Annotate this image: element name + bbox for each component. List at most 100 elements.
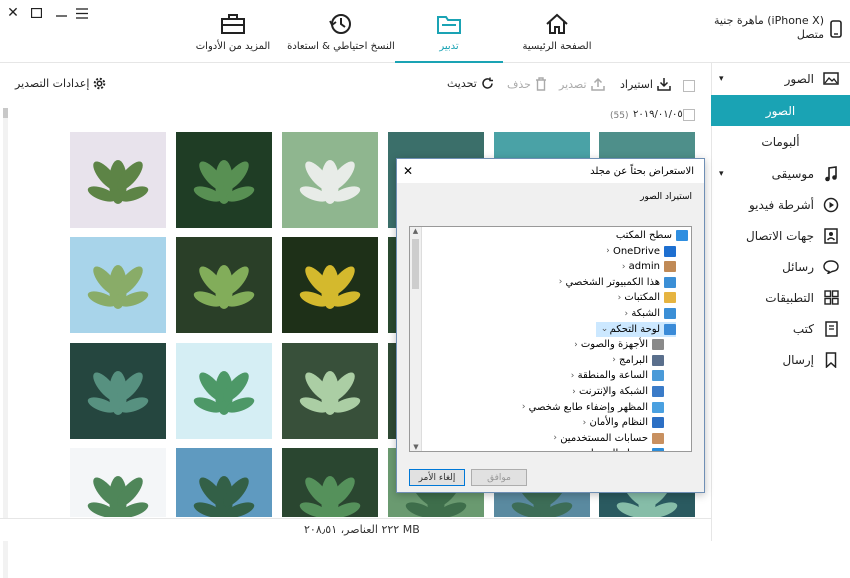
sidebar-item-albums[interactable]: ألبومات [711, 126, 850, 157]
menu-button[interactable] [74, 6, 90, 20]
folder-icon [652, 386, 664, 397]
sidebar-item-music[interactable]: ▾ موسيقى [711, 158, 850, 189]
photo-thumbnail[interactable] [176, 132, 272, 228]
tree-item[interactable]: › البرامج [605, 353, 664, 368]
sidebar-item-label: ألبومات [761, 134, 800, 149]
folder-icon [652, 339, 664, 351]
contacts-icon [822, 227, 840, 245]
folder-icon [652, 370, 664, 382]
dialog-subtitle: استيراد الصور [640, 192, 692, 202]
tree-expand-icon[interactable]: › [569, 387, 579, 397]
tree-scrollbar-thumb[interactable] [412, 239, 419, 289]
tree-item[interactable]: › حسابات المستخدمين [546, 431, 664, 446]
tree-item[interactable]: › هذا الكمبيوتر الشخصي [552, 275, 676, 290]
home-icon [546, 13, 568, 34]
tree-item[interactable]: › النظام والأمان [575, 415, 664, 430]
apps-icon [822, 289, 840, 307]
tree-expand-icon[interactable]: › [519, 402, 529, 412]
folder-icon [652, 448, 664, 451]
tree-item-label: المكتبات [624, 292, 660, 304]
tree-item-label: البرامج [619, 354, 648, 366]
ok-button[interactable]: موافق [471, 469, 527, 486]
sidebar-item-videos[interactable]: أشرطة فيديو [711, 189, 850, 220]
photo-thumbnail[interactable] [282, 132, 378, 228]
photo-thumbnail[interactable] [176, 448, 272, 517]
tree-item-label: سطح المكتب [615, 230, 672, 241]
tree-item[interactable]: › الشبكة [617, 306, 676, 321]
tree-expand-icon[interactable]: › [576, 449, 586, 451]
bookmark-icon [822, 351, 840, 369]
tree-item-label: النظام والأمان [589, 417, 648, 429]
tree-item[interactable]: › الساعة والمنطقة [564, 368, 664, 383]
tree-item-label: المظهر وإضفاء طابع شخصي [528, 401, 648, 413]
tree-expand-icon[interactable]: › [556, 277, 566, 287]
tree-expand-icon[interactable]: › [603, 246, 613, 256]
maximize-window-button[interactable] [28, 6, 44, 20]
photo-thumbnail[interactable] [282, 343, 378, 439]
tree-item[interactable]: › المكتبات [610, 290, 676, 305]
tree-expand-icon[interactable]: › [579, 418, 589, 428]
folder-icon [652, 432, 664, 444]
photo-thumbnail[interactable] [176, 237, 272, 333]
photo-thumbnail[interactable] [70, 448, 166, 517]
cancel-button[interactable]: إلغاء الأمر [409, 469, 465, 486]
sidebar-item-label: التطبيقات [765, 290, 814, 305]
photo-thumbnail[interactable] [282, 448, 378, 517]
photo-thumbnail[interactable] [70, 132, 166, 228]
tree-expand-icon[interactable]: › [609, 355, 619, 365]
tree-item-label: لوحة التحكم [609, 323, 660, 335]
sidebar-item-books[interactable]: كتب [711, 313, 850, 344]
tree-item-label: OneDrive [612, 245, 660, 257]
sidebar-item-contacts[interactable]: جهات الاتصال [711, 220, 850, 251]
scroll-up-icon[interactable]: ▲ [410, 227, 421, 239]
tab-backup-restore[interactable]: النسخ احتياطي & استعادة [287, 0, 395, 63]
sidebar-item-photos-sub[interactable]: الصور [711, 95, 850, 126]
device-name: ماهرة جنية (iPhone X) [714, 14, 824, 27]
tab-more-tools[interactable]: المزيد من الأدوات [192, 0, 274, 63]
photo-thumbnail[interactable] [176, 343, 272, 439]
sidebar-item-messages[interactable]: رسائل [711, 251, 850, 282]
tree-item[interactable]: ›سهولة الوصول [572, 446, 664, 451]
tree-expand-icon[interactable]: › [621, 309, 631, 319]
tree-item[interactable]: › الأجهزة والصوت [567, 337, 664, 352]
tree-item[interactable]: › OneDrive [599, 244, 676, 259]
folder-icon [652, 401, 664, 413]
tree-item[interactable]: سطح المكتب [602, 228, 688, 243]
tree-scrollbar[interactable]: ▲ ▼ [410, 227, 422, 451]
top-bar: ✕ الصفحة الرئيسية تدبير النسخ احتياطي & … [0, 0, 850, 63]
photo-thumbnail[interactable] [70, 343, 166, 439]
tree-item[interactable]: › admin [615, 259, 676, 274]
folder-icon [437, 16, 461, 34]
tree-item[interactable]: › الشبكة والإنترنت [565, 384, 664, 399]
tree-expand-icon[interactable]: › [568, 371, 578, 381]
close-window-button[interactable]: ✕ [5, 5, 21, 21]
tree-item-label: حسابات المستخدمين [560, 432, 648, 444]
scroll-down-icon[interactable]: ▼ [410, 443, 422, 451]
tree-item[interactable]: ⌄ لوحة التحكم [595, 321, 676, 337]
tree-expand-icon[interactable]: › [571, 340, 581, 350]
tab-manage-label: تدبير [439, 41, 459, 52]
tree-expand-icon[interactable]: › [619, 262, 629, 272]
minimize-window-button[interactable] [53, 6, 69, 20]
tree-item-label: الشبكة [631, 308, 660, 319]
tree-item-label: سهولة الوصول [586, 448, 648, 451]
sidebar-item-bookmarks[interactable]: إرسال [711, 344, 850, 375]
toolbox-icon [221, 14, 245, 34]
tab-manage[interactable]: تدبير [395, 0, 503, 63]
tree-expand-icon[interactable]: ⌄ [600, 324, 610, 334]
folder-tree[interactable]: ▲ ▼ سطح المكتب › OneDrive › admin › هذا الكمبي… [409, 226, 692, 452]
status-text: ٢٢٢ العناصر، ٢٠٨٫٥١ MB [304, 523, 420, 536]
folder-icon [664, 292, 676, 304]
sidebar-item-photos[interactable]: ▾ الصور [711, 63, 850, 94]
dialog-close-button[interactable]: ✕ [403, 164, 413, 178]
tab-home[interactable]: الصفحة الرئيسية [513, 0, 601, 63]
tree-item[interactable]: › المظهر وإضفاء طابع شخصي [515, 400, 664, 415]
sidebar-item-apps[interactable]: التطبيقات [711, 282, 850, 313]
device-info[interactable]: ماهرة جنية (iPhone X) متصل [707, 14, 842, 42]
menu-icon [76, 7, 88, 19]
photo-thumbnail[interactable] [282, 237, 378, 333]
tree-expand-icon[interactable]: › [614, 293, 624, 303]
photo-thumbnail[interactable] [70, 237, 166, 333]
folder-icon [652, 354, 664, 366]
tree-expand-icon[interactable]: › [550, 433, 560, 443]
